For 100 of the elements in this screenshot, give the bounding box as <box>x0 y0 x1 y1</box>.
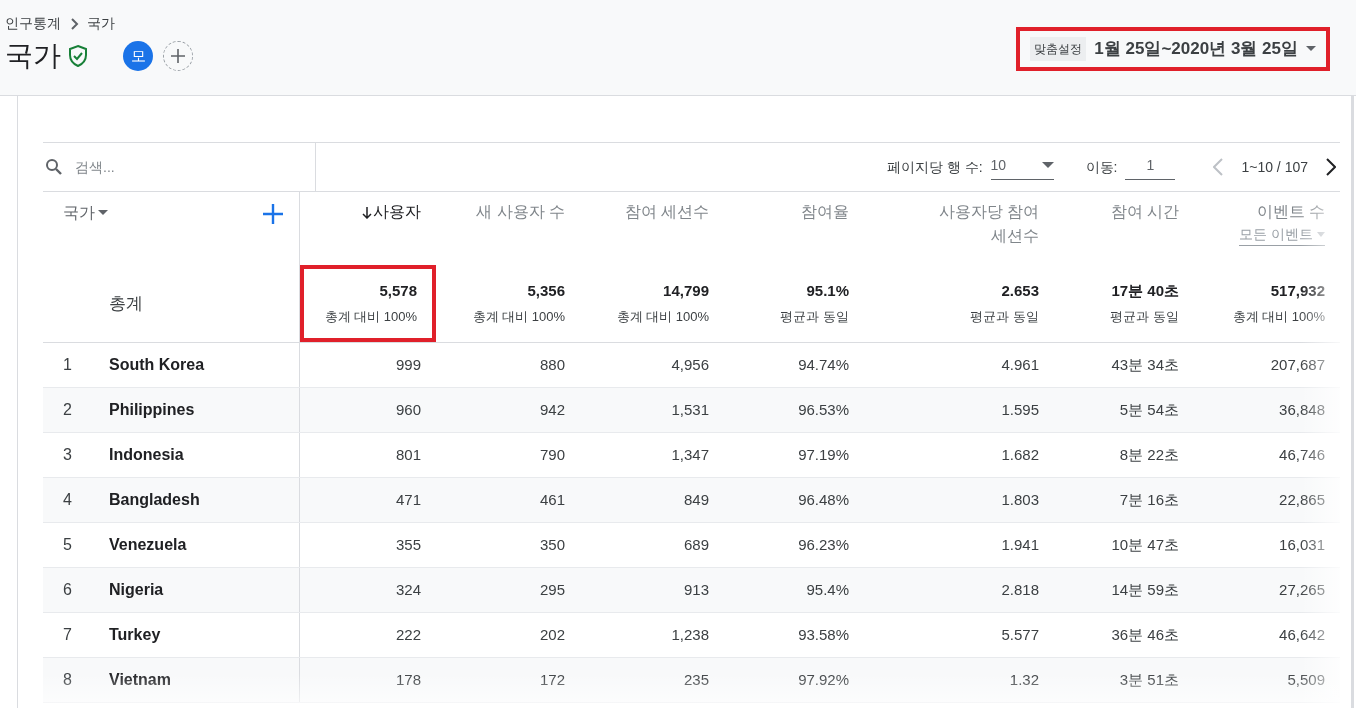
table-cell-text: 202 <box>538 624 566 645</box>
table-cell-text: 942 <box>538 399 566 420</box>
country-cell[interactable]: Bangladesh <box>109 488 200 512</box>
search-field[interactable]: 검색... <box>75 156 255 178</box>
table-cell-text: 689 <box>682 534 710 555</box>
rank-cell-text: 8 <box>62 670 73 690</box>
country-cell[interactable]: South Korea <box>109 353 205 377</box>
table-cell-text: 913 <box>682 579 710 600</box>
table-cell-text: 1,238 <box>670 624 710 645</box>
search-icon <box>45 158 63 176</box>
breadcrumb-link[interactable]: 인구통계 <box>5 13 61 34</box>
table-cell-text: 960 <box>394 399 422 420</box>
table-cell-text: 5,509 <box>1286 669 1326 690</box>
chevron-right-icon <box>69 17 79 30</box>
table-cell-text: 94.74% <box>797 354 850 375</box>
table-cell-text: 1.941 <box>1000 534 1040 555</box>
page-range: 1~10 / 107 <box>1241 157 1308 177</box>
table-cell-text: 1.803 <box>1000 489 1040 510</box>
table-cell-text: 36,848 <box>1278 399 1326 420</box>
page-title: 국가 <box>5 39 61 73</box>
table-cell-text: 471 <box>394 489 422 510</box>
rank-cell-text: 1 <box>62 355 73 375</box>
dimension-selector[interactable]: 국가 <box>63 202 108 224</box>
table-cell-text: 4.961 <box>1000 354 1040 375</box>
column-header[interactable]: 사용자당 참여 세션수 <box>919 200 1039 248</box>
table-cell-text: 22,865 <box>1278 489 1326 510</box>
table-cell-text: 1,347 <box>670 444 710 465</box>
chevron-right-icon <box>1326 158 1336 176</box>
total-cell: 5,578 총계 대비 100% <box>300 265 436 342</box>
table-cell-text: 14분 59초 <box>1110 579 1180 600</box>
column-header[interactable]: 사용자 <box>362 200 421 224</box>
table-cell-text: 178 <box>394 669 422 690</box>
plus-icon <box>262 203 284 225</box>
column-header[interactable]: 참여율 <box>801 200 849 224</box>
table-cell-text: 461 <box>538 489 566 510</box>
total-cell-text: 14,799 총계 대비 100% <box>615 280 710 326</box>
column-header[interactable]: 참여 시간 <box>1110 200 1179 224</box>
column-header[interactable]: 참여 세션수 <box>624 200 709 224</box>
table-cell-text: 849 <box>682 489 710 510</box>
table-cell-text: 10분 47초 <box>1110 534 1180 555</box>
country-cell[interactable]: Nigeria <box>109 578 164 602</box>
table-cell-text: 97.19% <box>797 444 850 465</box>
dropdown-caret-icon <box>1041 162 1054 168</box>
rows-per-page-label: 페이지당 행 수: <box>886 157 983 177</box>
rank-cell-text: 5 <box>62 535 73 555</box>
table-cell-text: 2.818 <box>1000 579 1040 600</box>
date-range: 1월 25일~2020년 3월 25일 <box>1094 38 1298 61</box>
table-cell-text: 1.595 <box>1000 399 1040 420</box>
goto-label: 이동: <box>1085 157 1118 177</box>
table-cell-text: 46,642 <box>1278 624 1326 645</box>
rank-cell-text: 6 <box>62 580 73 600</box>
rows-per-page-select[interactable]: 10 <box>990 154 1054 180</box>
table-cell-text: 801 <box>394 444 422 465</box>
country-cell[interactable]: Turkey <box>109 623 161 647</box>
chevron-left-icon <box>1213 158 1224 176</box>
column-header[interactable]: 새 사용자 수 <box>476 200 565 224</box>
table-cell-text: 46,746 <box>1278 444 1326 465</box>
table-cell-text: 7분 16초 <box>1118 489 1180 510</box>
goto-page-field[interactable]: 1 <box>1125 154 1176 180</box>
next-page-button[interactable] <box>1324 158 1338 176</box>
country-cell[interactable]: Philippines <box>109 398 195 422</box>
rank-cell-text: 3 <box>62 445 73 465</box>
date-preset-chip: 맞춤설정 <box>1030 37 1087 61</box>
table-cell-text: 235 <box>682 669 710 690</box>
table-cell-text: 1.32 <box>1008 669 1040 690</box>
total-cell-text: 517,932 총계 대비 100% <box>1231 280 1326 326</box>
table-cell-text: 1,531 <box>670 399 710 420</box>
add-dimension-button[interactable] <box>261 202 285 226</box>
country-cell[interactable]: Vietnam <box>109 668 171 692</box>
country-cell[interactable]: Venezuela <box>109 533 187 557</box>
table-cell-text: 97.92% <box>797 669 850 690</box>
table-cell-text: 324 <box>394 579 422 600</box>
dropdown-caret-icon <box>98 210 108 216</box>
date-range-picker[interactable]: 맞춤설정 1월 25일~2020년 3월 25일 <box>1016 27 1330 71</box>
dropdown-caret-icon <box>1306 46 1316 52</box>
avatar[interactable]: 모 <box>123 41 153 71</box>
total-cell-text: 17분 40초 평균과 동일 <box>1109 280 1180 326</box>
table-cell-text: 350 <box>538 534 566 555</box>
table-cell-text: 96.48% <box>797 489 850 510</box>
table-cell-text: 5.577 <box>1000 624 1040 645</box>
table-cell-text: 27,265 <box>1278 579 1326 600</box>
table-cell-text: 222 <box>394 624 422 645</box>
breadcrumb-current: 국가 <box>87 14 115 33</box>
table-cell-text: 95.4% <box>805 579 850 600</box>
table-cell-text: 4,956 <box>670 354 710 375</box>
table-cell-text: 93.58% <box>797 624 850 645</box>
country-cell[interactable]: Indonesia <box>109 443 184 467</box>
dropdown-caret-icon <box>1317 232 1325 237</box>
table-cell-text: 207,687 <box>1269 354 1326 375</box>
totals-label: 총계 <box>109 292 143 315</box>
column-header[interactable]: 이벤트 수 <box>1256 200 1325 224</box>
table-cell-text: 1.682 <box>1000 444 1040 465</box>
table-cell-text: 16,031 <box>1278 534 1326 555</box>
total-cell-text: 2.653 평균과 동일 <box>969 280 1040 326</box>
table-cell-text: 8분 22초 <box>1118 444 1180 465</box>
sort-descending-icon <box>362 207 372 219</box>
table-cell-text: 96.23% <box>797 534 850 555</box>
rank-cell-text: 2 <box>62 400 73 420</box>
plus-icon <box>170 48 186 64</box>
table-cell-text: 96.53% <box>797 399 850 420</box>
